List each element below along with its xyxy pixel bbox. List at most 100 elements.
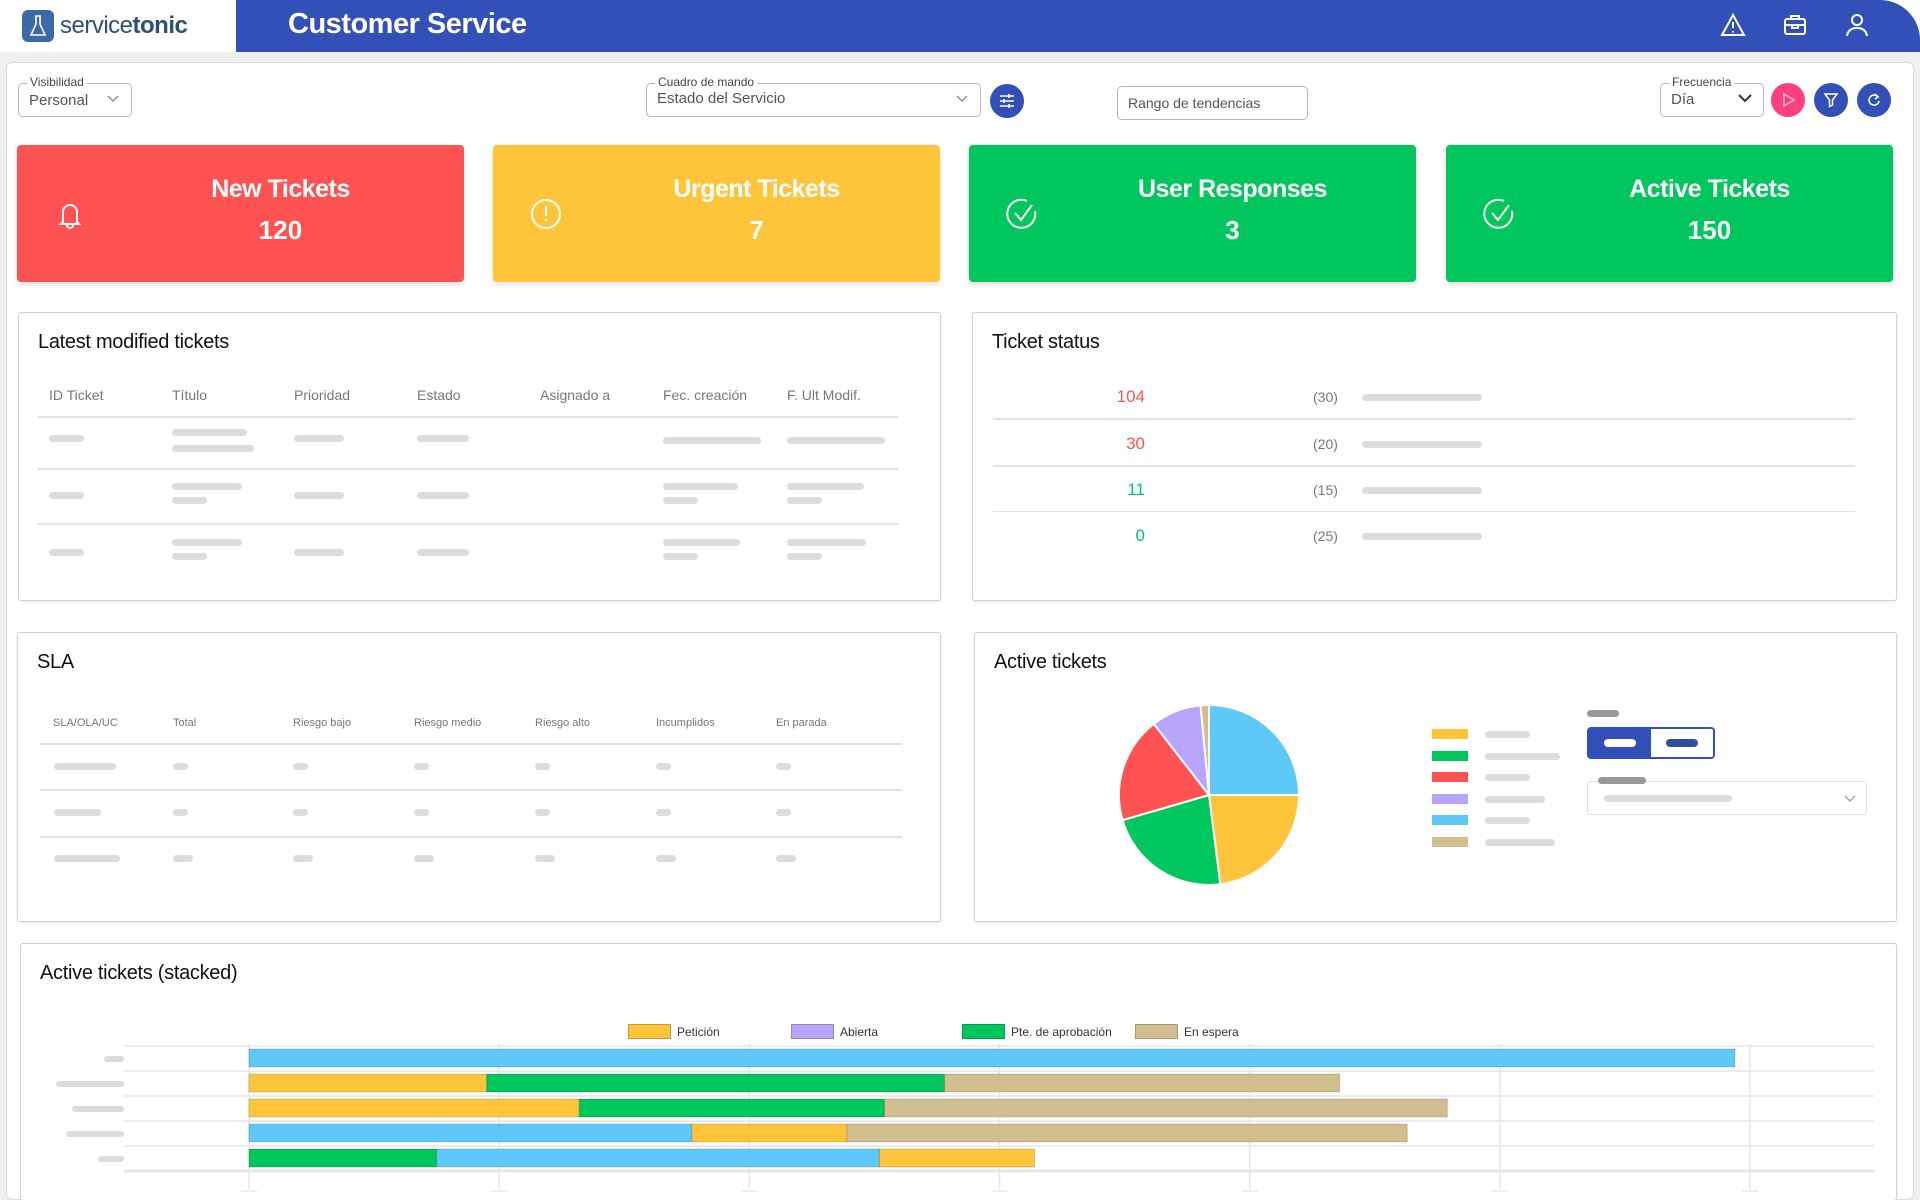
- filter-button[interactable]: [1814, 83, 1848, 117]
- frecuencia-select[interactable]: Frecuencia Día: [1660, 75, 1764, 117]
- bar-segment[interactable]: [846, 1123, 1408, 1143]
- placeholder-cell: [656, 809, 671, 816]
- column-header[interactable]: ID Ticket: [49, 387, 103, 403]
- cuadro-de-mando-select[interactable]: Cuadro de mando Estado del Servicio: [646, 75, 981, 117]
- placeholder-cell: [776, 855, 796, 862]
- legend-label-placeholder: [1485, 752, 1560, 760]
- placeholder-bar: [1362, 441, 1482, 448]
- kpi-card-urgent-tickets[interactable]: Urgent Tickets 7: [493, 145, 940, 282]
- legend-swatch: [1432, 729, 1468, 739]
- placeholder-cell: [54, 763, 116, 770]
- brand-logo[interactable]: servicetonic: [0, 0, 236, 52]
- toggle-label: [1587, 710, 1619, 717]
- flask-icon: [22, 10, 54, 42]
- placeholder-cell: [293, 855, 313, 862]
- placeholder-cell: [787, 539, 866, 546]
- panel-title: SLA: [37, 651, 74, 673]
- kpi-value: 3: [1225, 215, 1240, 245]
- kpi-card-new-tickets[interactable]: New Tickets 120: [17, 145, 464, 282]
- placeholder-cell: [787, 497, 822, 504]
- bar-segment[interactable]: [248, 1073, 488, 1093]
- refresh-button[interactable]: [1857, 83, 1891, 117]
- warning-icon[interactable]: [1718, 10, 1748, 40]
- bar-segment[interactable]: [878, 1148, 1036, 1168]
- bar-segment[interactable]: [248, 1098, 580, 1118]
- chevron-down-icon: [1842, 790, 1858, 811]
- placeholder-cell: [294, 492, 344, 499]
- column-header[interactable]: Total: [173, 717, 196, 729]
- placeholder-cell: [535, 809, 550, 816]
- column-header[interactable]: F. Ult Modif.: [787, 387, 861, 403]
- placeholder-cell: [172, 429, 247, 436]
- kpi-title: New Tickets: [211, 175, 350, 203]
- status-count: (25): [1313, 528, 1338, 544]
- kpi-card-user-responses[interactable]: User Responses 3: [969, 145, 1416, 282]
- kpi-title: Active Tickets: [1629, 175, 1790, 203]
- column-header[interactable]: Título: [172, 387, 207, 403]
- legend-item[interactable]: Petición: [628, 1024, 720, 1039]
- bar-segment[interactable]: [248, 1148, 438, 1168]
- bar-segment[interactable]: [943, 1073, 1341, 1093]
- play-button[interactable]: [1771, 83, 1805, 117]
- refresh-icon: [1868, 93, 1880, 106]
- legend-item[interactable]: Pte. de aprobación: [962, 1024, 1112, 1039]
- placeholder-cell: [417, 435, 469, 442]
- column-header[interactable]: Estado: [417, 387, 461, 403]
- y-tick-label-placeholder: [98, 1156, 124, 1162]
- status-value: 104: [1116, 387, 1145, 406]
- placeholder-cell: [535, 855, 555, 862]
- visibilidad-select[interactable]: Visibilidad Personal: [18, 75, 132, 117]
- legend-swatch: [791, 1024, 834, 1039]
- legend-swatch: [1135, 1024, 1178, 1039]
- column-header[interactable]: SLA/OLA/UC: [53, 717, 118, 729]
- panel-title: Ticket status: [992, 331, 1100, 353]
- kpi-title: Urgent Tickets: [673, 175, 840, 203]
- chevron-down-icon: [1737, 90, 1753, 111]
- kpi-value: 120: [258, 215, 303, 245]
- column-header[interactable]: Prioridad: [294, 387, 350, 403]
- column-header[interactable]: Riesgo medio: [414, 717, 481, 729]
- bar-segment[interactable]: [248, 1048, 1736, 1068]
- column-header[interactable]: Riesgo alto: [535, 717, 590, 729]
- placeholder-cell: [776, 763, 791, 770]
- legend-label-placeholder: [1485, 731, 1530, 738]
- placeholder-cell: [663, 437, 761, 444]
- briefcase-icon[interactable]: [1780, 10, 1810, 40]
- legend-item[interactable]: En espera: [1135, 1024, 1239, 1039]
- user-icon[interactable]: [1842, 10, 1872, 40]
- sliders-icon: [1000, 94, 1014, 108]
- pie-options-select[interactable]: [1587, 777, 1867, 815]
- kpi-card-active-tickets[interactable]: Active Tickets 150: [1446, 145, 1893, 282]
- bar-segment[interactable]: [883, 1098, 1448, 1118]
- pie-slice[interactable]: [1208, 703, 1301, 796]
- bar-segment[interactable]: [248, 1123, 693, 1143]
- placeholder-cell: [656, 763, 671, 770]
- chart-type-toggle[interactable]: [1587, 727, 1715, 759]
- toggle-option-2[interactable]: [1651, 729, 1713, 757]
- rango-tendencias-input[interactable]: Rango de tendencias: [1117, 86, 1308, 120]
- pie-slice[interactable]: [1207, 794, 1301, 886]
- column-header[interactable]: Asignado a: [540, 387, 610, 403]
- legend-swatch: [1432, 815, 1468, 825]
- toggle-option-1[interactable]: [1589, 729, 1651, 757]
- column-header[interactable]: Riesgo bajo: [293, 717, 351, 729]
- placeholder-cell: [535, 763, 550, 770]
- bar-segment[interactable]: [578, 1098, 885, 1118]
- legend-label-placeholder: [1485, 838, 1555, 846]
- legend-item[interactable]: Abierta: [791, 1024, 878, 1039]
- cuadro-value: Estado del Servicio: [657, 90, 786, 107]
- placeholder-cell: [663, 539, 740, 546]
- placeholder-cell: [173, 763, 188, 770]
- bar-segment[interactable]: [691, 1123, 848, 1143]
- column-header[interactable]: Fec. creación: [663, 387, 747, 403]
- bar-segment[interactable]: [436, 1148, 880, 1168]
- legend-swatch: [1432, 750, 1468, 761]
- column-header[interactable]: En parada: [776, 717, 827, 729]
- placeholder-cell: [172, 497, 207, 504]
- settings-sliders-button[interactable]: [990, 84, 1024, 118]
- column-header[interactable]: Incumplidos: [656, 717, 715, 729]
- placeholder-cell: [656, 855, 676, 862]
- bar-segment[interactable]: [486, 1073, 945, 1093]
- legend-swatch: [1432, 793, 1468, 804]
- placeholder-cell: [787, 437, 885, 444]
